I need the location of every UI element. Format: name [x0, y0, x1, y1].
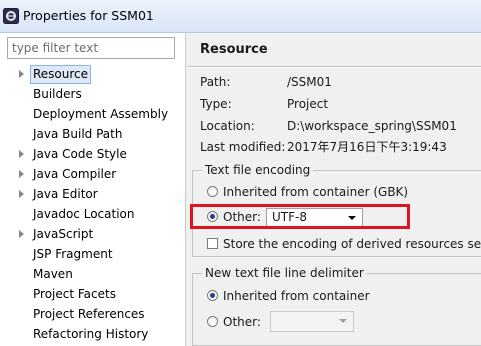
title-bar: Properties for SSM01 [0, 0, 481, 33]
last-modified-value: 2017年7月16日下午3:19:43 [287, 140, 447, 154]
delimiter-inherited-label: Inherited from container [223, 289, 370, 303]
tree-item-label: JSP Fragment [33, 247, 113, 261]
tree-item-javadoc-location[interactable]: Javadoc Location [0, 204, 186, 224]
tree-item-java-code-style[interactable]: Java Code Style [0, 144, 186, 164]
expand-arrow-icon[interactable] [19, 150, 24, 158]
tree-item-javascript[interactable]: JavaScript [0, 224, 186, 244]
tree-item-java-build-path[interactable]: Java Build Path [0, 124, 186, 144]
tree-item-refactoring-history[interactable]: Refactoring History [0, 324, 186, 344]
tree-item-maven[interactable]: Maven [0, 264, 186, 284]
resource-property-page: Resource Path: /SSM01 Type: Project Loca… [187, 33, 481, 346]
last-modified-label: Last modified: [200, 140, 286, 154]
expand-arrow-icon[interactable] [19, 170, 24, 178]
tree-item-label: Java Editor [33, 187, 98, 201]
tree-item-project-facets[interactable]: Project Facets [0, 284, 186, 304]
filter-input[interactable] [7, 37, 175, 59]
window-title: Properties for SSM01 [23, 8, 154, 23]
tree-item-label: Javadoc Location [33, 207, 135, 221]
type-value: Project [287, 97, 329, 111]
tree-item-jsp-fragment[interactable]: JSP Fragment [0, 244, 186, 264]
tree-item-project-references[interactable]: Project References [0, 304, 186, 324]
radio-button[interactable] [207, 186, 218, 197]
line-delimiter-group [192, 273, 481, 346]
encoding-inherited-label: Inherited from container (GBK) [223, 185, 409, 199]
checkbox[interactable] [207, 238, 218, 249]
tree-item-label: JavaScript [33, 227, 94, 241]
tree-item-label: Java Build Path [33, 127, 123, 141]
location-label: Location: [200, 119, 255, 133]
tree-item-label: Refactoring History [33, 327, 149, 341]
tree-item-label: Maven [33, 267, 73, 281]
delimiter-other-label: Other: [223, 315, 261, 329]
property-page-tree-panel: Resource Builders Deployment Assembly Ja… [0, 33, 186, 346]
location-value: D:\workspace_spring\SSM01 [287, 119, 457, 133]
tree-item-java-compiler[interactable]: Java Compiler [0, 164, 186, 184]
line-delimiter-legend: New text file line delimiter [202, 266, 367, 280]
chevron-down-icon [339, 319, 347, 323]
tree-item-deployment-assembly[interactable]: Deployment Assembly [0, 104, 186, 124]
path-label: Path: [200, 75, 231, 89]
tree-item-label: Builders [33, 87, 82, 101]
page-title: Resource [200, 42, 268, 57]
tree-item-java-editor[interactable]: Java Editor [0, 184, 186, 204]
divider [187, 66, 481, 68]
tree-item-label: Project References [33, 307, 145, 321]
path-value: /SSM01 [287, 75, 332, 89]
tree-item-builders[interactable]: Builders [0, 84, 186, 104]
tree-item-label: Project Facets [33, 287, 116, 301]
type-label: Type: [200, 97, 232, 111]
expand-arrow-icon[interactable] [19, 190, 24, 198]
radio-button[interactable] [207, 316, 218, 327]
tree-item-label: Deployment Assembly [33, 107, 169, 121]
expand-arrow-icon[interactable] [19, 230, 24, 238]
tree-item-label: Java Code Style [33, 147, 127, 161]
tree-item-resource[interactable]: Resource [0, 64, 186, 84]
delimiter-select[interactable] [270, 311, 354, 332]
property-page-tree: Resource Builders Deployment Assembly Ja… [0, 64, 186, 344]
radio-button-checked[interactable] [207, 290, 218, 301]
highlight-annotation-box [190, 204, 410, 229]
tree-item-label: Resource [30, 65, 92, 84]
text-file-encoding-legend: Text file encoding [202, 163, 314, 177]
eclipse-icon [3, 8, 19, 24]
expand-arrow-icon[interactable] [19, 70, 24, 78]
tree-item-label: Java Compiler [33, 167, 117, 181]
store-derived-encoding-label: Store the encoding of derived resources … [223, 237, 481, 251]
